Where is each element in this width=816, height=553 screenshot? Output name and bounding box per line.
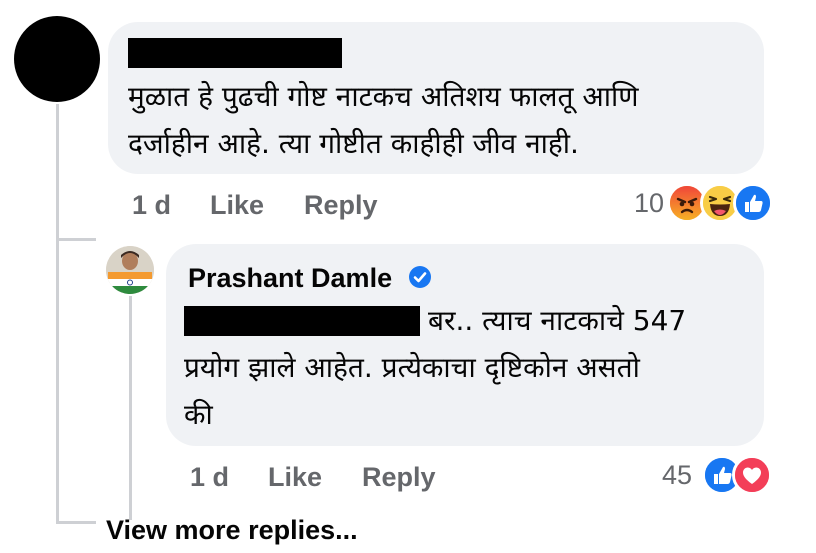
comment-reply-button[interactable]: Reply	[304, 190, 378, 221]
reply-text-line-2: प्रयोग झाले आहेत. प्रत्येकाचा दृष्टिकोन …	[184, 351, 640, 384]
reply-text-line-3: की	[184, 398, 213, 431]
comment-text-line-1: मुळात हे पुढची गोष्ट नाटकच अतिशय फालतू आ…	[128, 80, 639, 113]
reply-thread-line	[129, 296, 132, 520]
commenter-avatar[interactable]	[14, 16, 100, 102]
redacted-mention	[184, 306, 420, 336]
verified-badge-icon	[408, 265, 432, 289]
thread-line-branch-top	[56, 238, 96, 241]
reply-reaction-count: 45	[662, 460, 693, 490]
thread-line-branch-bottom	[56, 521, 96, 524]
view-more-replies-link[interactable]: View more replies...	[106, 515, 358, 546]
reply-reply-button[interactable]: Reply	[362, 462, 436, 493]
reply-author-name[interactable]: Prashant Damle	[188, 263, 392, 294]
reply-reactions[interactable]: 45	[662, 455, 772, 497]
love-reaction-icon	[732, 455, 772, 495]
like-reaction-icon	[733, 183, 773, 223]
reply-timestamp[interactable]: 1 d	[190, 462, 229, 493]
thread-line-vertical	[56, 104, 59, 524]
comment-text-line-2: दर्जाहीन आहे. त्या गोष्टीत काहीही जीव ना…	[128, 127, 579, 160]
reply-like-button[interactable]: Like	[268, 462, 322, 493]
comment-reaction-count: 10	[634, 188, 665, 218]
prashant-damle-avatar[interactable]	[106, 246, 154, 294]
comment-timestamp[interactable]: 1 d	[132, 190, 171, 221]
redacted-commenter-name	[128, 38, 342, 68]
comment-reactions[interactable]: 10	[634, 183, 774, 225]
comment-like-button[interactable]: Like	[210, 190, 264, 221]
reply-text-line-1: बर.. त्याच नाटकाचे 547	[428, 304, 687, 337]
